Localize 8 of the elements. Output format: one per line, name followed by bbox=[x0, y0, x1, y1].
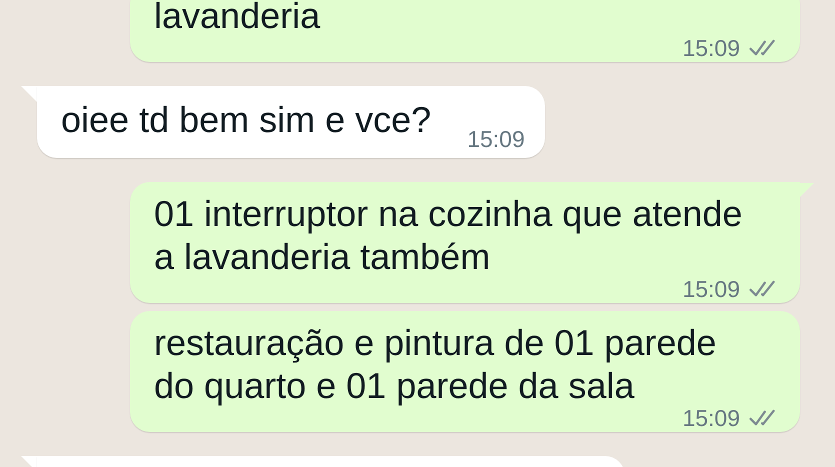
message-time: 15:09 bbox=[682, 407, 740, 429]
message-text: oiee td bem sim e vce? bbox=[61, 98, 432, 142]
message-time: 15:09 bbox=[467, 128, 525, 150]
message-text: restauração e pintura de 01 parede do quarto e 01 parede da sala bbox=[154, 321, 718, 407]
message-text: lavanderia bbox=[154, 0, 322, 37]
message-text: 01 interruptor na cozinha que atende a lavanderia também bbox=[154, 192, 744, 278]
message-time: 15:09 bbox=[682, 37, 740, 59]
message-time: 15:09 bbox=[682, 278, 740, 300]
